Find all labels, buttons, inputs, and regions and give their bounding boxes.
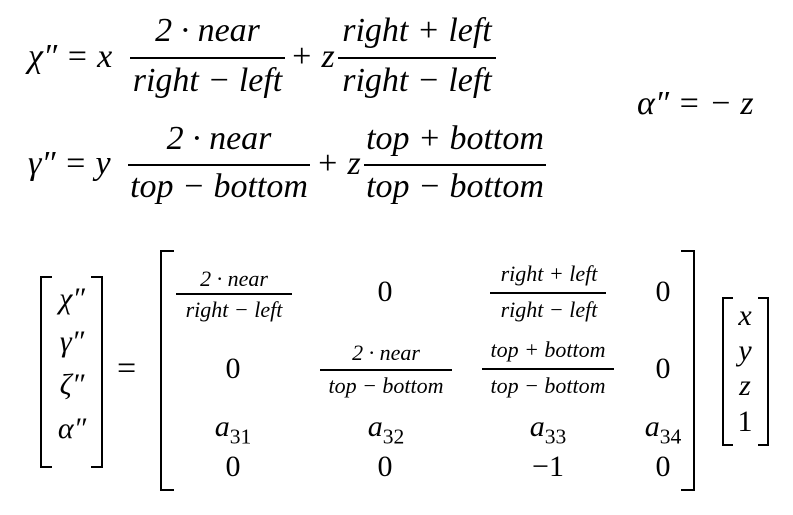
matrix-equals-sign: = (117, 350, 137, 387)
matrix-r1c1-bar (176, 293, 292, 295)
matrix-r3c2: a32 (367, 410, 405, 449)
eq1-frac2-bar (338, 57, 496, 59)
eq1-frac1-denominator: right − left (132, 62, 283, 99)
eq2-frac1-numerator: 2 · near (166, 120, 272, 157)
matrix-r2c3-denominator: top − bottom (490, 373, 606, 398)
matrix-r3c4: a34 (644, 410, 682, 449)
eq1-lhs: χ″ = x (28, 38, 113, 75)
eq1-frac2-denominator: right − left (342, 62, 492, 99)
matrix-r2c3-numerator: top + bottom (490, 337, 606, 362)
alpha-equation: α″ = − z (637, 85, 754, 122)
eq2-frac1-denominator: top − bottom (130, 168, 308, 205)
eq1-plus-z: + z (290, 38, 335, 75)
matrix-r1c3-denominator: right − left (500, 297, 598, 322)
matrix-r2c4: 0 (655, 352, 671, 385)
lhs-vector-gamma: γ″ (59, 325, 85, 358)
eq2-frac2-denominator: top − bottom (366, 168, 544, 205)
matrix-r4c2: 0 (377, 450, 393, 483)
eq1-frac2-numerator: right + left (342, 12, 492, 49)
eq1-frac1-bar (130, 57, 285, 59)
matrix-left-bracket (160, 250, 174, 491)
eq2-frac2-bar (364, 164, 546, 166)
matrix-r2c2-numerator: 2 · near (352, 340, 420, 365)
matrix-r1c4: 0 (655, 275, 671, 308)
lhs-left-bracket (40, 276, 52, 468)
matrix-r4c3: −1 (532, 450, 564, 483)
eq2-lhs: γ″ = y (28, 145, 111, 182)
matrix-r1c1-numerator: 2 · near (200, 266, 268, 291)
eq2-plus-z: + z (316, 145, 361, 182)
matrix-r2c2-bar (320, 369, 452, 371)
rhs-vector-x: x (738, 299, 752, 332)
matrix-r2c3-bar (482, 368, 614, 370)
matrix-r1c1-denominator: right − left (185, 297, 283, 322)
eq2-frac2-numerator: top + bottom (366, 120, 544, 157)
matrix-r1c2: 0 (377, 275, 393, 308)
matrix-r2c2-denominator: top − bottom (328, 373, 444, 398)
matrix-r1c3-bar (490, 292, 606, 294)
eq1-frac1-numerator: 2 · near (155, 12, 260, 49)
matrix-r3c1: a31 (214, 410, 252, 449)
lhs-vector-chi: χ″ (59, 282, 85, 315)
rhs-vector-one: 1 (737, 405, 753, 438)
rhs-vector-z: z (739, 369, 751, 402)
eq2-frac1-bar (128, 164, 310, 166)
rhs-vector-y: y (738, 334, 752, 367)
lhs-vector-alpha: α″ (57, 412, 87, 445)
lhs-vector-zeta: ζ″ (59, 368, 85, 401)
matrix-r4c4: 0 (655, 450, 671, 483)
matrix-r4c1: 0 (225, 450, 241, 483)
matrix-r3c3: a33 (529, 410, 567, 449)
matrix-r1c3-numerator: right + left (500, 261, 598, 286)
matrix-r2c1: 0 (225, 352, 241, 385)
lhs-right-bracket (91, 276, 103, 468)
